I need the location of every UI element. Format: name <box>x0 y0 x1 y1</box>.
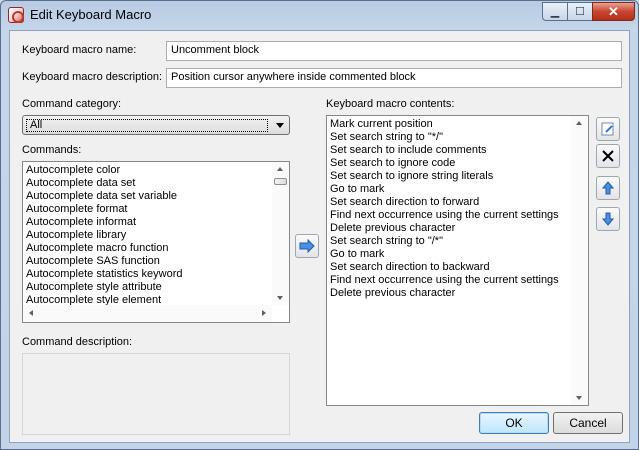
scroll-up-icon[interactable] <box>576 121 582 125</box>
commands-vertical-scrollbar[interactable] <box>272 162 289 305</box>
command-category-dropdown[interactable]: All <box>22 115 290 135</box>
commands-label: Commands: <box>22 144 82 156</box>
command-category-label: Command category: <box>22 98 122 110</box>
arrow-up-icon <box>602 181 614 195</box>
dialog-body: Keyboard macro name: Uncomment block Key… <box>9 30 630 443</box>
list-item[interactable]: Delete previous character <box>327 222 588 235</box>
list-item[interactable]: Find next occurrence using the current s… <box>327 274 588 287</box>
ok-button[interactable]: OK <box>479 412 549 434</box>
scroll-up-icon[interactable] <box>277 167 283 171</box>
list-item[interactable]: Go to mark <box>327 248 588 261</box>
title-bar[interactable]: Edit Keyboard Macro ▁ ☐ ✕ <box>1 1 638 29</box>
scroll-left-icon[interactable] <box>29 310 33 316</box>
commands-list[interactable]: Autocomplete color Autocomplete data set… <box>22 161 290 323</box>
delete-icon <box>602 150 614 162</box>
arrow-down-icon <box>602 212 614 226</box>
window-title: Edit Keyboard Macro <box>30 7 152 22</box>
command-description-label: Command description: <box>22 336 133 348</box>
list-item[interactable]: Autocomplete library <box>23 229 289 242</box>
edit-step-button[interactable] <box>596 117 620 141</box>
list-item[interactable]: Autocomplete data set variable <box>23 190 289 203</box>
list-item[interactable]: Autocomplete color <box>23 164 289 177</box>
add-to-macro-button[interactable] <box>295 234 319 258</box>
scroll-down-icon[interactable] <box>277 296 283 300</box>
command-category-value: All <box>26 119 268 132</box>
list-item[interactable]: Autocomplete format <box>23 203 289 216</box>
list-item[interactable]: Mark current position <box>327 118 588 131</box>
list-item[interactable]: Set search to ignore code <box>327 157 588 170</box>
maximize-button[interactable]: ☐ <box>567 2 593 21</box>
minimize-button[interactable]: ▁ <box>542 2 568 21</box>
macro-contents-vertical-scrollbar[interactable] <box>571 116 588 405</box>
command-description-box <box>22 353 290 435</box>
list-item[interactable]: Autocomplete SAS function <box>23 255 289 268</box>
list-item[interactable]: Autocomplete informat <box>23 216 289 229</box>
arrow-right-icon <box>299 239 315 253</box>
cancel-button[interactable]: Cancel <box>553 412 623 434</box>
list-item[interactable]: Find next occurrence using the current s… <box>327 209 588 222</box>
list-item[interactable]: Set search string to "/*" <box>327 235 588 248</box>
list-item[interactable]: Set search string to "*/" <box>327 131 588 144</box>
macro-contents-list[interactable]: Mark current position Set search string … <box>326 115 589 406</box>
move-up-button[interactable] <box>596 176 620 200</box>
scroll-down-icon[interactable] <box>576 396 582 400</box>
macro-description-input[interactable]: Position cursor anywhere inside commente… <box>166 68 622 88</box>
list-item[interactable]: Set search to include comments <box>327 144 588 157</box>
list-item[interactable]: Autocomplete statistics keyword <box>23 268 289 281</box>
macro-contents-label: Keyboard macro contents: <box>326 98 455 110</box>
list-item[interactable]: Autocomplete data set <box>23 177 289 190</box>
scroll-right-icon[interactable] <box>262 310 266 316</box>
list-item[interactable]: Go to mark <box>327 183 588 196</box>
macro-name-input[interactable]: Uncomment block <box>166 41 622 61</box>
list-item[interactable]: Autocomplete macro function <box>23 242 289 255</box>
list-item[interactable]: Delete previous character <box>327 287 588 300</box>
list-item[interactable]: Autocomplete style attribute <box>23 281 289 294</box>
dialog-window: Edit Keyboard Macro ▁ ☐ ✕ Keyboard macro… <box>0 0 639 450</box>
delete-step-button[interactable] <box>596 144 620 168</box>
macro-name-label: Keyboard macro name: <box>22 44 137 56</box>
move-down-button[interactable] <box>596 207 620 231</box>
list-item[interactable]: Set search direction to backward <box>327 261 588 274</box>
close-button[interactable]: ✕ <box>592 2 635 21</box>
chevron-down-icon <box>276 123 284 128</box>
commands-horizontal-scrollbar[interactable] <box>23 305 272 322</box>
scroll-thumb[interactable] <box>274 178 287 185</box>
edit-icon <box>601 122 614 136</box>
list-item[interactable]: Set search to ignore string literals <box>327 170 588 183</box>
macro-description-label: Keyboard macro description: <box>22 71 163 83</box>
app-icon <box>8 7 24 23</box>
list-item[interactable]: Set search direction to forward <box>327 196 588 209</box>
